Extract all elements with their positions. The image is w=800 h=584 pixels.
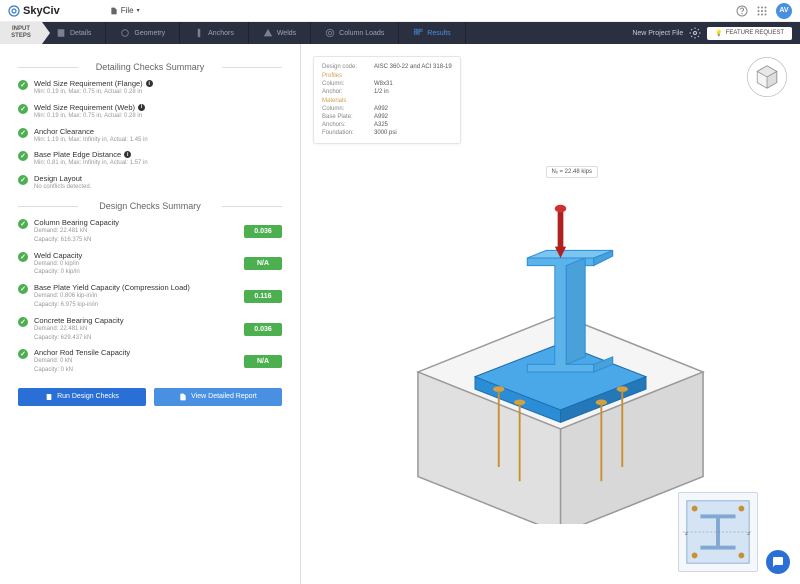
- avatar[interactable]: AV: [776, 3, 792, 19]
- pass-icon: [18, 284, 28, 294]
- results-panel: Detailing Checks Summary Weld Size Requi…: [0, 44, 300, 584]
- check-demand: Demand: 0 kN: [34, 358, 238, 366]
- nav-details[interactable]: Details: [42, 22, 106, 44]
- info-icon[interactable]: i: [146, 80, 153, 87]
- check-capacity: Capacity: 629.437 kN: [34, 335, 238, 343]
- pass-icon: [18, 80, 28, 90]
- detailing-check-row: Anchor Clearance Min: 1.19 in, Max: Infi…: [18, 124, 282, 148]
- geometry-icon: [120, 28, 130, 38]
- navbar: INPUT STEPS Details Geometry Anchors Wel…: [0, 22, 800, 44]
- check-subtitle: Min: 0.19 in, Max: 0.75 in, Actual: 0.28…: [34, 113, 282, 121]
- ratio-badge: 0.116: [244, 290, 282, 303]
- nav-results[interactable]: Results: [399, 22, 465, 44]
- logo[interactable]: SkyCiv: [8, 5, 60, 17]
- feature-request-button[interactable]: 💡 FEATURE REQUEST: [707, 27, 792, 40]
- document-icon: [179, 393, 187, 401]
- nav-geometry[interactable]: Geometry: [106, 22, 180, 44]
- design-check-row: Column Bearing Capacity Demand: 22.481 k…: [18, 215, 282, 248]
- gear-icon[interactable]: [689, 27, 701, 39]
- design-check-row: Anchor Rod Tensile Capacity Demand: 0 kN…: [18, 345, 282, 378]
- ratio-badge: 0.036: [244, 225, 282, 238]
- check-title: Anchor Rod Tensile Capacity: [34, 348, 238, 357]
- pass-icon: [18, 219, 28, 229]
- nav-welds[interactable]: Welds: [249, 22, 311, 44]
- check-demand: Demand: 0 kip/in: [34, 261, 238, 269]
- design-title: Design Checks Summary: [18, 201, 282, 211]
- check-subtitle: Min: 1.19 in, Max: Infinity in, Actual: …: [34, 137, 282, 145]
- info-icon[interactable]: i: [124, 151, 131, 158]
- detailing-check-row: Base Plate Edge Distance i Min: 0.81 in,…: [18, 147, 282, 171]
- detailing-check-row: Design Layout No conflicts detected.: [18, 171, 282, 195]
- design-check-row: Concrete Bearing Capacity Demand: 22.481…: [18, 313, 282, 346]
- viewport-panel[interactable]: Design code:AISC 360-22 and ACI 318-19 P…: [300, 44, 800, 584]
- check-title: Base Plate Edge Distance i: [34, 150, 282, 159]
- pass-icon: [18, 128, 28, 138]
- results-icon: [413, 28, 423, 38]
- check-title: Anchor Clearance: [34, 127, 282, 136]
- view-report-button[interactable]: View Detailed Report: [154, 388, 282, 406]
- check-demand: Demand: 22.481 kN: [34, 326, 238, 334]
- chevron-down-icon: ▾: [137, 7, 140, 14]
- topbar: SkyCiv File ▾ AV: [0, 0, 800, 22]
- check-capacity: Capacity: 6.975 kip-in/in: [34, 302, 238, 310]
- check-capacity: Capacity: 616.375 kN: [34, 237, 238, 245]
- check-title: Base Plate Yield Capacity (Compression L…: [34, 283, 238, 292]
- check-demand: Demand: 0.806 kip-in/in: [34, 293, 238, 301]
- design-check-row: Base Plate Yield Capacity (Compression L…: [18, 280, 282, 313]
- ratio-badge: N/A: [244, 355, 282, 368]
- check-capacity: Capacity: 0 kN: [34, 367, 238, 375]
- chat-icon: [772, 556, 784, 568]
- check-title: Concrete Bearing Capacity: [34, 316, 238, 325]
- chat-button[interactable]: [766, 550, 790, 574]
- anchors-icon: [194, 28, 204, 38]
- new-project-link[interactable]: New Project File: [632, 30, 683, 37]
- file-icon: [110, 6, 118, 16]
- base-plate-model: [361, 144, 741, 524]
- bulb-icon: 💡: [715, 30, 722, 37]
- check-title: Weld Capacity: [34, 251, 238, 260]
- details-icon: [56, 28, 66, 38]
- pass-icon: [18, 151, 28, 161]
- nav-column-loads[interactable]: Column Loads: [311, 22, 399, 44]
- detailing-title: Detailing Checks Summary: [18, 62, 282, 72]
- detailing-check-row: Weld Size Requirement (Flange) i Min: 0.…: [18, 76, 282, 100]
- ratio-badge: N/A: [244, 257, 282, 270]
- pass-icon: [18, 175, 28, 185]
- nav-anchors[interactable]: Anchors: [180, 22, 249, 44]
- apps-icon[interactable]: [756, 5, 768, 17]
- welds-icon: [263, 28, 273, 38]
- detailing-check-row: Weld Size Requirement (Web) i Min: 0.19 …: [18, 100, 282, 124]
- check-demand: Demand: 22.481 kN: [34, 228, 238, 236]
- plan-view-minimap[interactable]: Z Z: [678, 492, 758, 572]
- file-menu[interactable]: File ▾: [110, 6, 140, 16]
- pass-icon: [18, 317, 28, 327]
- check-subtitle: No conflicts detected.: [34, 184, 282, 192]
- calculator-icon: [45, 393, 53, 401]
- ratio-badge: 0.036: [244, 323, 282, 336]
- pass-icon: [18, 104, 28, 114]
- check-subtitle: Min: 0.19 in, Max: 0.75 in, Actual: 0.28…: [34, 89, 282, 97]
- pass-icon: [18, 252, 28, 262]
- logo-icon: [8, 5, 20, 17]
- brand-text: SkyCiv: [23, 5, 60, 17]
- check-subtitle: Min: 0.81 in, Max: Infinity in, Actual: …: [34, 160, 282, 168]
- run-design-checks-button[interactable]: Run Design Checks: [18, 388, 146, 406]
- check-title: Weld Size Requirement (Web) i: [34, 103, 282, 112]
- info-icon[interactable]: i: [138, 104, 145, 111]
- check-title: Design Layout: [34, 174, 282, 183]
- loads-icon: [325, 28, 335, 38]
- help-icon[interactable]: [736, 5, 748, 17]
- nav-input-steps[interactable]: INPUT STEPS: [0, 22, 42, 44]
- pass-icon: [18, 349, 28, 359]
- file-label: File: [121, 6, 134, 15]
- check-title: Column Bearing Capacity: [34, 218, 238, 227]
- check-capacity: Capacity: 0 kip/in: [34, 269, 238, 277]
- design-check-row: Weld Capacity Demand: 0 kip/in Capacity:…: [18, 248, 282, 281]
- check-title: Weld Size Requirement (Flange) i: [34, 79, 282, 88]
